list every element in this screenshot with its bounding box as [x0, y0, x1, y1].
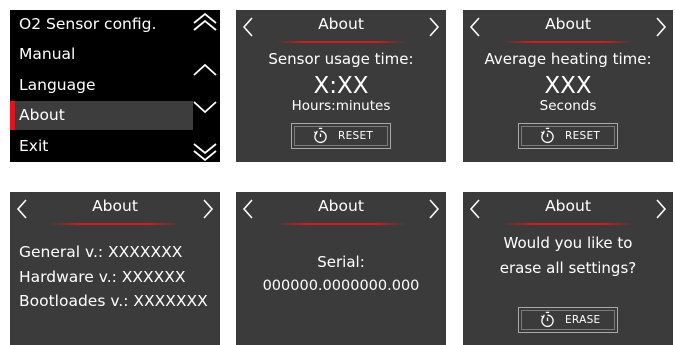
heating-heading: Average heating time:: [484, 50, 652, 68]
menu-item-label: Exit: [19, 137, 49, 155]
stopwatch-reset-icon: [540, 311, 554, 328]
selection-indicator: [10, 101, 15, 130]
chevron-right-icon[interactable]: [426, 16, 442, 38]
menu-item-label: O2 Sensor config.: [19, 15, 157, 33]
title-underline: [276, 41, 406, 43]
serial-label: Serial:: [317, 253, 365, 271]
header: About: [463, 10, 673, 43]
menu-screen: O2 Sensor config. Manual Language About …: [10, 10, 220, 162]
general-version: General v.: XXXXXXX: [19, 243, 183, 261]
usage-heading: Sensor usage time:: [268, 50, 414, 68]
erase-question-line1: Would you like to: [503, 234, 633, 252]
menu-item-exit[interactable]: Exit: [10, 132, 193, 161]
header: About: [236, 10, 446, 43]
chevron-right-icon[interactable]: [653, 16, 669, 38]
about-versions-screen: About General v.: XXXXXXX Hardware v.: X…: [10, 192, 220, 345]
menu-item-o2-sensor-config[interactable]: O2 Sensor config.: [10, 10, 193, 39]
menu-item-manual[interactable]: Manual: [10, 40, 193, 69]
hardware-version: Hardware v.: XXXXXX: [19, 267, 186, 286]
screen-title: About: [545, 15, 591, 33]
reset-button[interactable]: RESET: [518, 123, 618, 149]
usage-unit: Hours:minutes: [291, 98, 391, 114]
serial-value: 000000.0000000.000: [262, 278, 420, 294]
title-underline: [503, 41, 633, 43]
menu-item-label: About: [19, 106, 65, 124]
heating-unit: Seconds: [539, 98, 597, 114]
screen-title: About: [545, 197, 591, 215]
about-heating-screen: About Average heating time: XXX Seconds …: [463, 10, 673, 162]
heating-value: XXX: [544, 73, 592, 99]
header: About: [10, 192, 220, 225]
menu-item-label: Manual: [19, 45, 76, 63]
reset-button-label: RESET: [338, 130, 374, 142]
header: About: [463, 192, 673, 225]
stopwatch-reset-icon: [313, 127, 327, 144]
chevron-right-icon[interactable]: [426, 198, 442, 220]
version-list: General v.: XXXXXXX Hardware v.: XXXXXX …: [19, 240, 208, 314]
double-chevron-down-icon[interactable]: [191, 140, 219, 162]
erase-button[interactable]: ERASE: [518, 307, 618, 333]
bootloader-version: Bootloades v.: XXXXXXX: [19, 292, 208, 310]
screen-title: About: [318, 15, 364, 33]
stopwatch-reset-icon: [540, 127, 554, 144]
chevron-right-icon[interactable]: [653, 198, 669, 220]
usage-value: X:XX: [313, 73, 369, 99]
about-serial-screen: About Serial: 000000.0000000.000: [236, 192, 446, 345]
screen-title: About: [318, 197, 364, 215]
title-underline: [50, 223, 180, 225]
about-erase-screen: About Would you like to erase all settin…: [463, 192, 673, 345]
erase-button-label: ERASE: [565, 314, 601, 326]
erase-question-line2: erase all settings?: [499, 259, 637, 277]
reset-button-label: RESET: [565, 130, 601, 142]
reset-button[interactable]: RESET: [291, 123, 391, 149]
menu-item-about[interactable]: About: [10, 101, 193, 130]
menu-item-language[interactable]: Language: [10, 71, 193, 100]
chevron-up-icon[interactable]: [191, 60, 219, 82]
chevron-right-icon[interactable]: [200, 198, 216, 220]
menu-item-label: Language: [19, 76, 96, 94]
header: About: [236, 192, 446, 225]
title-underline: [276, 223, 406, 225]
about-usage-screen: About Sensor usage time: X:XX Hours:minu…: [236, 10, 446, 162]
chevron-down-icon[interactable]: [191, 96, 219, 118]
screen-title: About: [92, 197, 138, 215]
double-chevron-up-icon[interactable]: [191, 12, 219, 34]
title-underline: [503, 223, 633, 225]
